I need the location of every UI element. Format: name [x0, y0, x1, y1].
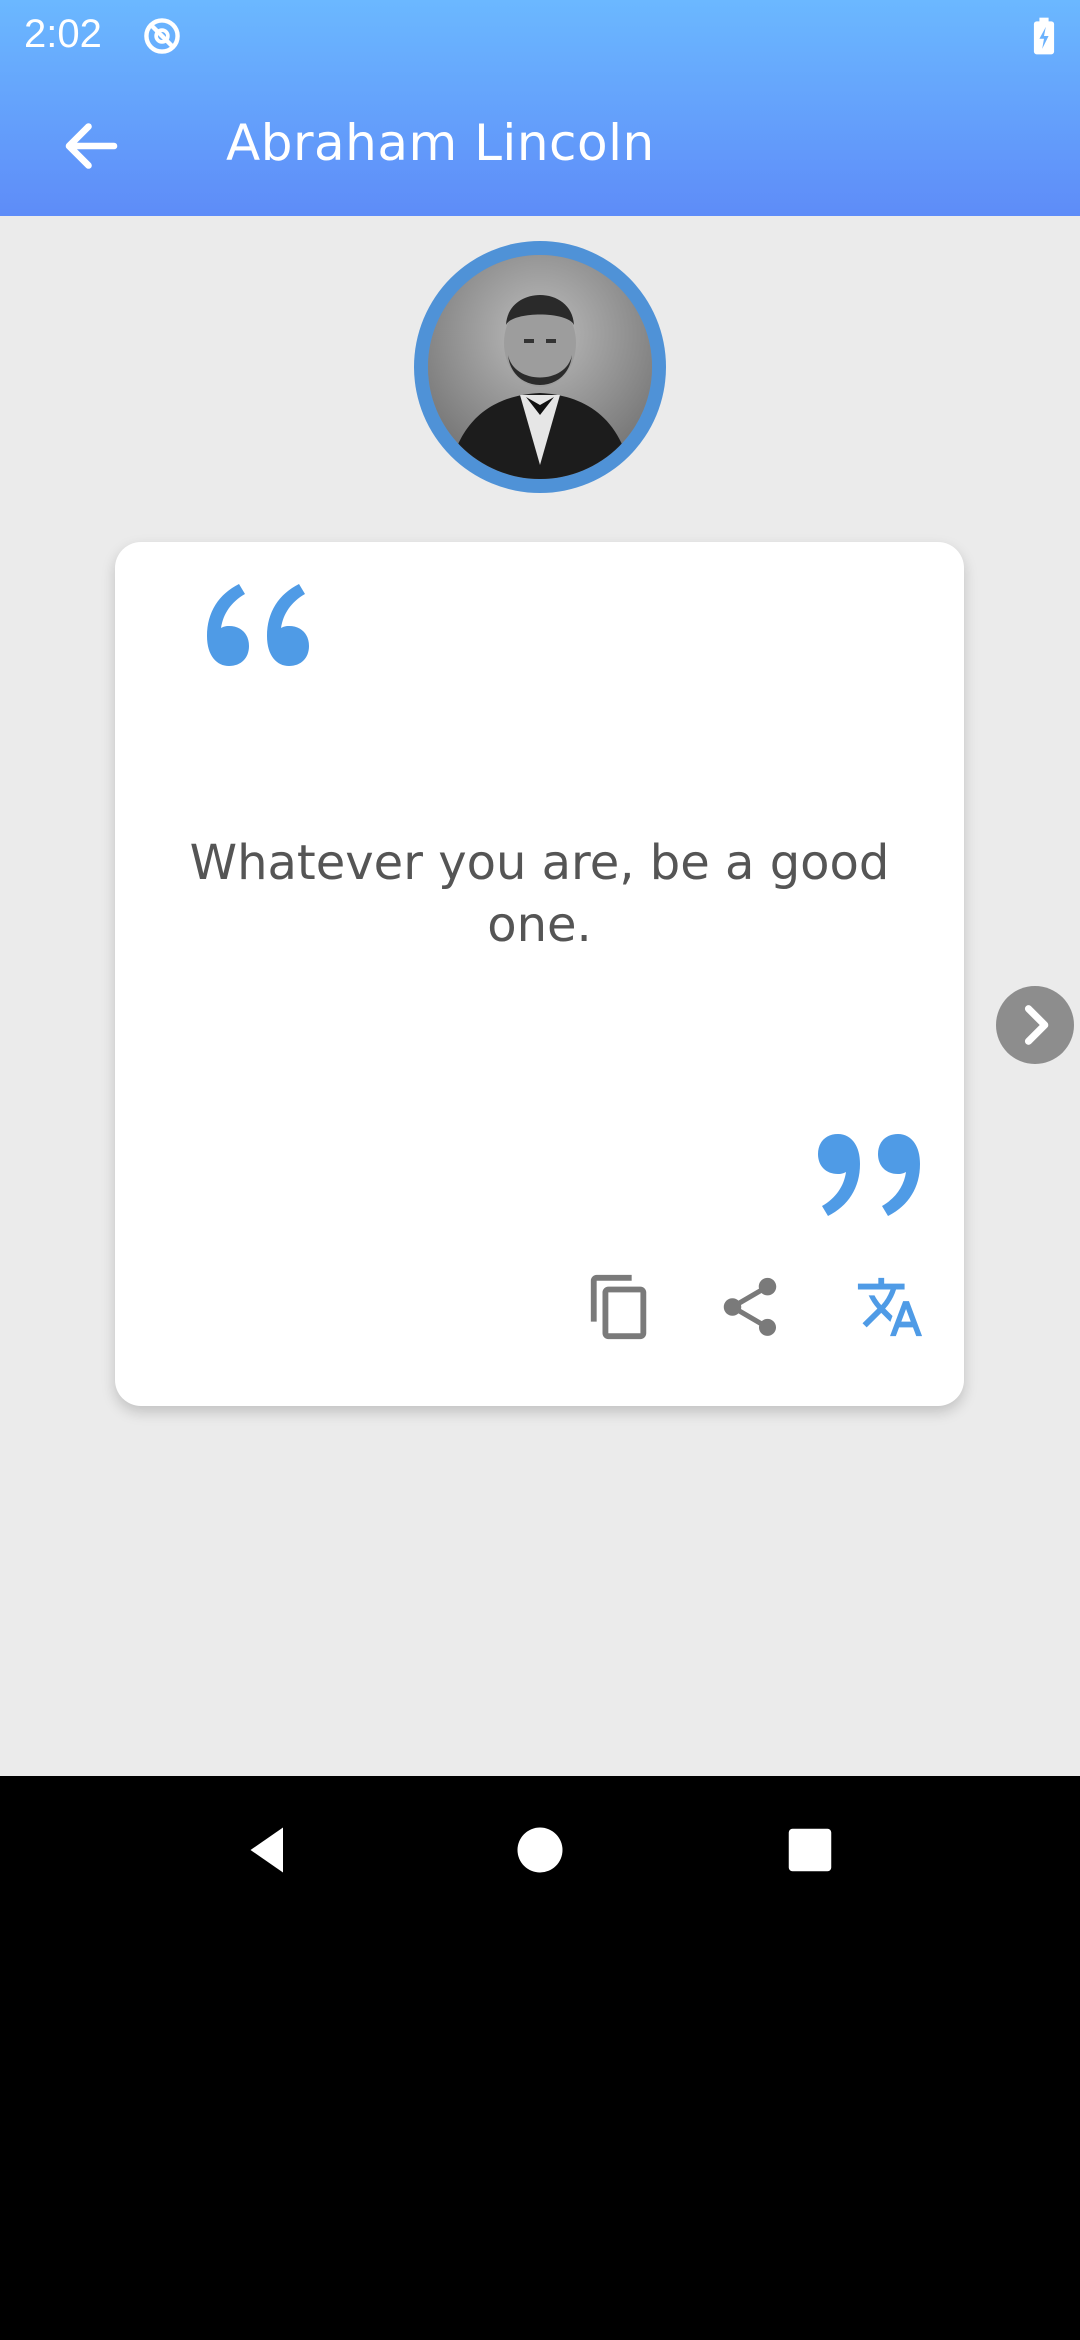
system-back-icon[interactable] [238, 1820, 298, 1880]
open-quote-icon [207, 584, 309, 666]
battery-charging-icon [1033, 17, 1055, 55]
status-bar: 2:02 [0, 0, 1080, 72]
status-time: 2:02 [24, 12, 102, 56]
back-arrow-icon[interactable] [54, 110, 126, 182]
close-quote-icon [818, 1134, 920, 1216]
data-saver-icon [144, 18, 180, 54]
author-avatar [428, 255, 652, 479]
copy-icon[interactable] [585, 1272, 655, 1342]
quote-text: Whatever you are, be a good one. [189, 835, 890, 953]
quote-card: Whatever you are, be a good one. [115, 542, 964, 1406]
chevron-right-icon [1024, 1005, 1049, 1045]
app-bar: 2:02 Abraham Lincoln [0, 0, 1080, 216]
page-title: Abraham Lincoln [226, 114, 655, 172]
author-avatar-ring [414, 241, 666, 493]
system-home-icon[interactable] [510, 1820, 570, 1880]
portrait-image [428, 255, 652, 479]
app-screen: 2:02 Abraham Lincoln Whatever you are, b… [0, 0, 1080, 1776]
system-navigation-bar [0, 1776, 1080, 1920]
translate-icon[interactable] [855, 1272, 925, 1342]
system-recents-icon[interactable] [780, 1820, 840, 1880]
share-icon[interactable] [715, 1272, 785, 1342]
next-quote-button[interactable] [996, 986, 1074, 1064]
